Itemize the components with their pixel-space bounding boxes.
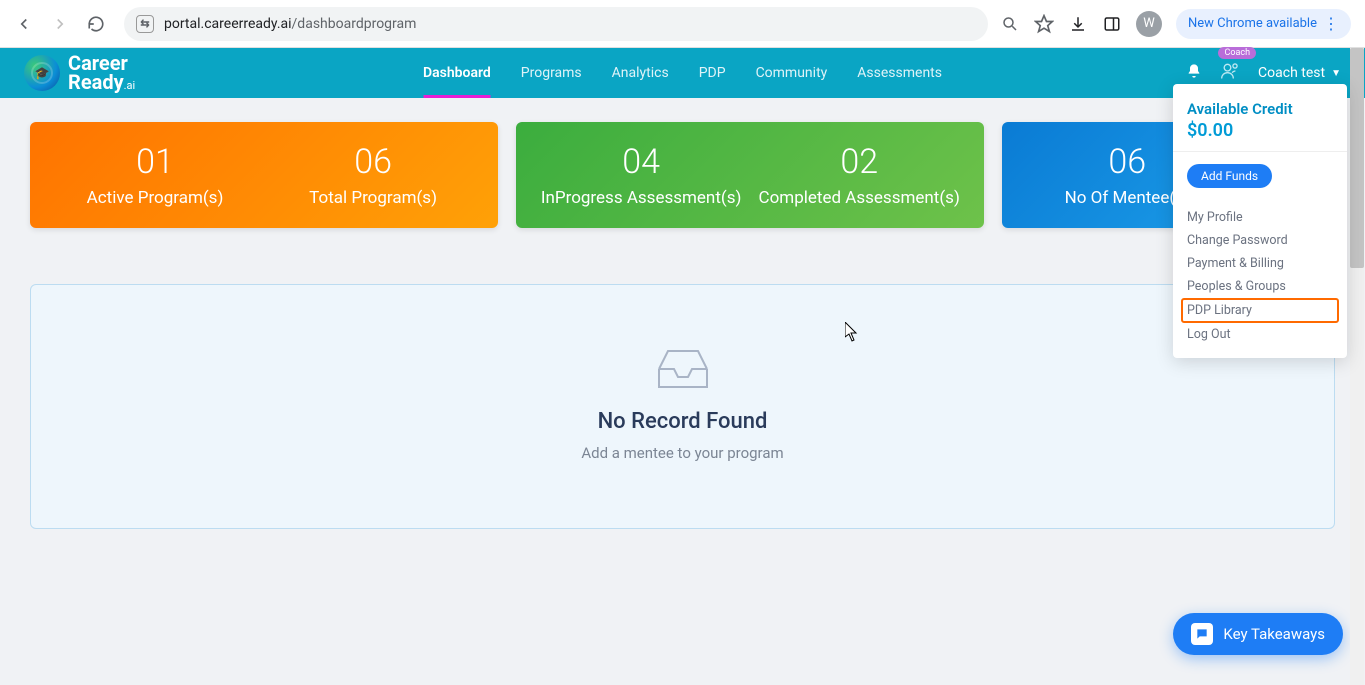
total-programs-value: 06 xyxy=(264,142,482,182)
app-header: 🎓 Career Ready.ai Dashboard Programs Ana… xyxy=(0,48,1365,98)
available-credit-amount: $0.00 xyxy=(1187,120,1333,141)
nav-dashboard[interactable]: Dashboard xyxy=(423,48,491,98)
scrollbar-track[interactable] xyxy=(1350,48,1364,685)
empty-title: No Record Found xyxy=(55,409,1310,434)
chrome-update-pill[interactable]: New Chrome available ⋮ xyxy=(1176,9,1351,39)
address-bar[interactable]: ⇆ portal.careerready.ai/dashboardprogram xyxy=(124,7,988,41)
user-name-label: Coach test xyxy=(1258,65,1325,81)
stat-card-assessments: 04 InProgress Assessment(s) 02 Completed… xyxy=(516,122,984,228)
role-indicator: Coach xyxy=(1220,61,1240,85)
notifications-bell-icon[interactable] xyxy=(1186,63,1202,83)
bookmark-star-icon[interactable] xyxy=(1034,14,1054,34)
forward-button[interactable] xyxy=(44,8,76,40)
url-text: portal.careerready.ai/dashboardprogram xyxy=(164,16,416,32)
completed-assessments-value: 02 xyxy=(750,142,968,182)
downloads-icon[interactable] xyxy=(1068,14,1088,34)
site-settings-icon[interactable]: ⇆ xyxy=(136,15,154,33)
chrome-update-label: New Chrome available xyxy=(1188,16,1317,31)
inprogress-assessments-value: 04 xyxy=(532,142,750,182)
main-nav: Dashboard Programs Analytics PDP Communi… xyxy=(423,48,942,98)
logo-icon: 🎓 xyxy=(24,55,60,91)
dd-peoples-groups[interactable]: Peoples & Groups xyxy=(1173,275,1347,298)
user-role-icon xyxy=(1220,61,1240,85)
key-takeaways-label: Key Takeaways xyxy=(1223,625,1325,643)
dd-my-profile[interactable]: My Profile xyxy=(1173,206,1347,229)
dd-payment-billing[interactable]: Payment & Billing xyxy=(1173,252,1347,275)
empty-state-panel: No Record Found Add a mentee to your pro… xyxy=(30,284,1335,529)
user-dropdown-panel: Available Credit $0.00 Add Funds My Prof… xyxy=(1173,84,1347,358)
logo-text: Career Ready.ai xyxy=(68,54,135,92)
reload-button[interactable] xyxy=(80,8,112,40)
active-programs-value: 01 xyxy=(46,142,264,182)
available-credit-title: Available Credit xyxy=(1187,100,1333,118)
main-content: 01 Active Program(s) 06 Total Program(s)… xyxy=(0,98,1365,553)
nav-programs[interactable]: Programs xyxy=(521,48,582,98)
coach-badge: Coach xyxy=(1218,47,1256,59)
active-programs-label: Active Program(s) xyxy=(46,188,264,208)
key-takeaways-button[interactable]: Key Takeaways xyxy=(1173,613,1343,655)
nav-pdp[interactable]: PDP xyxy=(699,48,726,98)
back-button[interactable] xyxy=(8,8,40,40)
app-logo[interactable]: 🎓 Career Ready.ai xyxy=(24,54,135,92)
stat-card-programs: 01 Active Program(s) 06 Total Program(s) xyxy=(30,122,498,228)
empty-subtitle: Add a mentee to your program xyxy=(55,444,1310,462)
inbox-empty-icon xyxy=(654,343,712,393)
user-menu-trigger[interactable]: Coach test ▼ xyxy=(1258,65,1341,81)
dd-change-password[interactable]: Change Password xyxy=(1173,229,1347,252)
nav-community[interactable]: Community xyxy=(756,48,828,98)
dropdown-links: My Profile Change Password Payment & Bil… xyxy=(1173,200,1347,346)
scrollbar-thumb[interactable] xyxy=(1350,48,1364,268)
inprogress-assessments-label: InProgress Assessment(s) xyxy=(532,188,750,208)
add-funds-button[interactable]: Add Funds xyxy=(1187,164,1272,188)
total-programs-label: Total Program(s) xyxy=(264,188,482,208)
completed-assessments-label: Completed Assessment(s) xyxy=(750,188,968,208)
avatar-letter: W xyxy=(1143,16,1155,31)
dd-log-out[interactable]: Log Out xyxy=(1173,323,1347,346)
dd-pdp-library[interactable]: PDP Library xyxy=(1181,298,1339,323)
zoom-icon[interactable] xyxy=(1000,14,1020,34)
profile-avatar[interactable]: W xyxy=(1136,11,1162,37)
nav-analytics[interactable]: Analytics xyxy=(612,48,669,98)
nav-assessments[interactable]: Assessments xyxy=(857,48,942,98)
chat-icon xyxy=(1191,623,1213,645)
stats-row: 01 Active Program(s) 06 Total Program(s)… xyxy=(30,122,1335,228)
panel-icon[interactable] xyxy=(1102,14,1122,34)
kebab-icon: ⋮ xyxy=(1323,16,1339,32)
browser-toolbar: ⇆ portal.careerready.ai/dashboardprogram… xyxy=(0,0,1365,48)
chevron-down-icon: ▼ xyxy=(1331,68,1341,79)
